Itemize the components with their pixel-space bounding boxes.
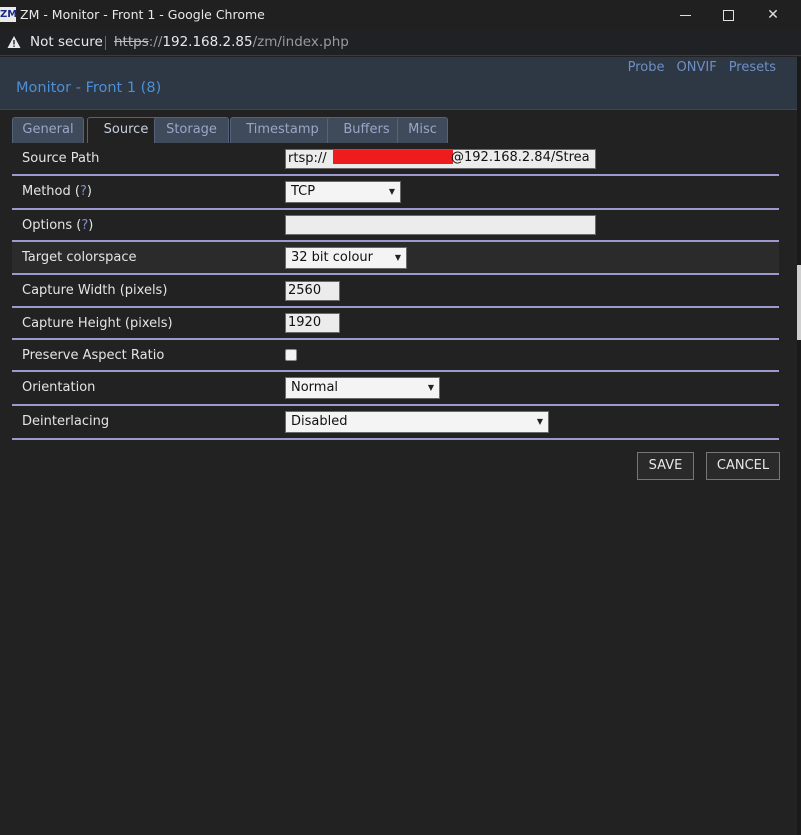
background-window-edge <box>797 265 801 340</box>
orientation-label: Orientation <box>22 380 96 395</box>
chevron-down-icon: ▼ <box>536 417 543 426</box>
tab-misc[interactable]: Misc <box>397 117 448 143</box>
url-host: 192.168.2.85 <box>162 34 253 50</box>
window-title: ZM - Monitor - Front 1 - Google Chrome <box>20 7 265 22</box>
options-input[interactable] <box>285 215 596 235</box>
url-separator: :// <box>148 34 163 50</box>
method-label-text: Method <box>22 184 71 199</box>
source-path-prefix: rtsp:// <box>288 151 327 166</box>
tab-storage[interactable]: Storage <box>154 117 229 143</box>
onvif-link[interactable]: ONVIF <box>677 60 717 75</box>
capture-height-input[interactable]: 1920 <box>285 313 340 333</box>
maximize-icon <box>722 9 734 21</box>
target-colorspace-value: 32 bit colour <box>291 250 374 265</box>
deinterlacing-value: Disabled <box>291 414 348 429</box>
presets-link[interactable]: Presets <box>729 60 776 75</box>
browser-title-bar: ZM ZM - Monitor - Front 1 - Google Chrom… <box>0 0 801 30</box>
tab-general[interactable]: General <box>12 117 84 143</box>
header-links: Probe ONVIF Presets <box>628 60 776 75</box>
preserve-aspect-checkbox[interactable] <box>285 349 297 361</box>
target-colorspace-label: Target colorspace <box>22 250 137 265</box>
url-scheme: https <box>114 34 149 50</box>
deinterlacing-select[interactable]: Disabled ▼ <box>285 411 549 433</box>
address-divider <box>105 36 106 50</box>
method-select-value: TCP <box>291 184 316 199</box>
warning-icon[interactable] <box>7 35 21 49</box>
chevron-down-icon: ▼ <box>388 187 395 196</box>
address-bar[interactable]: Not secure https://192.168.2.85/zm/index… <box>0 30 801 56</box>
options-label: Options (?) <box>22 218 94 233</box>
preserve-aspect-row: Preserve Aspect Ratio <box>12 340 779 372</box>
probe-link[interactable]: Probe <box>628 60 665 75</box>
cancel-button[interactable]: CANCEL <box>706 452 780 480</box>
chevron-down-icon: ▼ <box>427 383 434 392</box>
capture-height-row: Capture Height (pixels) <box>12 308 779 340</box>
save-button[interactable]: SAVE <box>637 452 694 480</box>
target-colorspace-select[interactable]: 32 bit colour ▼ <box>285 247 407 269</box>
deinterlacing-label: Deinterlacing <box>22 414 110 429</box>
tab-timestamp[interactable]: Timestamp <box>230 117 335 143</box>
preserve-aspect-label: Preserve Aspect Ratio <box>22 348 165 363</box>
options-help-link[interactable]: ? <box>81 218 88 233</box>
minimize-button[interactable] <box>662 0 708 30</box>
scrollbar-edge <box>797 57 801 835</box>
redaction-mark <box>333 150 453 164</box>
orientation-select[interactable]: Normal ▼ <box>285 377 440 399</box>
capture-height-label: Capture Height (pixels) <box>22 316 173 331</box>
method-label: Method (?) <box>22 184 92 199</box>
url-path: /zm/index.php <box>252 34 349 50</box>
close-icon: ✕ <box>767 7 779 23</box>
monitor-header: Probe ONVIF Presets Monitor - Front 1 (8… <box>0 57 797 110</box>
maximize-button[interactable] <box>705 0 751 30</box>
capture-width-input[interactable]: 2560 <box>285 281 340 301</box>
source-path-label: Source Path <box>22 151 100 166</box>
url-text[interactable]: https://192.168.2.85/zm/index.php <box>114 34 349 50</box>
chevron-down-icon: ▼ <box>394 253 401 262</box>
orientation-value: Normal <box>291 380 339 395</box>
security-status[interactable]: Not secure <box>30 34 103 50</box>
options-label-text: Options <box>22 218 73 233</box>
close-button[interactable]: ✕ <box>750 0 796 30</box>
tab-buffers[interactable]: Buffers <box>327 117 406 143</box>
capture-width-label: Capture Width (pixels) <box>22 283 168 298</box>
capture-width-row: Capture Width (pixels) <box>12 275 779 308</box>
method-help-link[interactable]: ? <box>80 184 87 199</box>
page-title: Monitor - Front 1 (8) <box>16 80 162 96</box>
minimize-icon <box>679 14 691 16</box>
source-path-suffix: @192.168.2.84/Strea <box>451 150 590 165</box>
zm-favicon-icon: ZM <box>0 7 18 22</box>
method-select[interactable]: TCP ▼ <box>285 181 401 203</box>
